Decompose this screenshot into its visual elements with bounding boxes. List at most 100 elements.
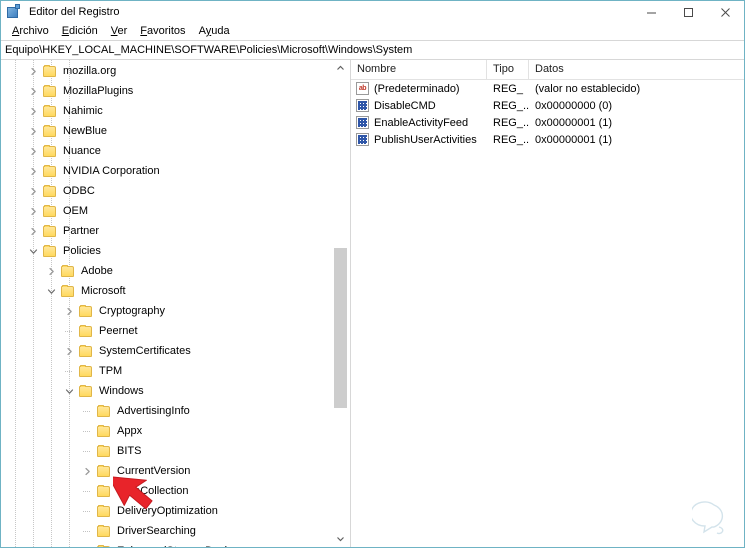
folder-icon [77, 341, 93, 361]
chevron-right-icon[interactable] [25, 61, 41, 81]
folder-icon [41, 121, 57, 141]
chevron-right-icon[interactable] [25, 81, 41, 101]
tree-rows: mozilla.org MozillaPlugins Nahimic NewBlue N… [1, 60, 332, 547]
tree-node-nuance[interactable]: Nuance [1, 141, 332, 161]
address-bar[interactable]: Equipo\HKEY_LOCAL_MACHINE\SOFTWARE\Polic… [1, 40, 744, 60]
scroll-down-button[interactable] [332, 530, 349, 547]
folder-icon [95, 481, 111, 501]
values-column-header: Nombre Tipo Datos [351, 60, 744, 80]
value-row[interactable]: PublishUserActivities REG_... 0x00000001 (… [351, 131, 744, 148]
tree-node-nahimic[interactable]: Nahimic [1, 101, 332, 121]
no-expander [79, 441, 95, 461]
tree-node-enhancedstoragedevices[interactable]: EnhancedStorageDevices [1, 541, 332, 547]
minimize-button[interactable] [633, 1, 670, 23]
value-row[interactable]: EnableActivityFeed REG_... 0x00000001 (1) [351, 114, 744, 131]
scrollbar-thumb[interactable] [334, 248, 347, 408]
tree-node-oem[interactable]: OEM [1, 201, 332, 221]
value-type: REG_ [493, 82, 523, 95]
folder-icon [95, 501, 111, 521]
tree-node-bits[interactable]: BITS [1, 441, 332, 461]
tree-node-label: Nuance [63, 145, 101, 157]
chevron-right-icon[interactable] [61, 341, 77, 361]
close-button[interactable] [707, 1, 744, 23]
menu-favoritos[interactable]: Favoritos [134, 24, 192, 39]
chevron-right-icon[interactable] [25, 101, 41, 121]
tree-node-advertisinginfo[interactable]: AdvertisingInfo [1, 401, 332, 421]
folder-icon [41, 161, 57, 181]
tree-node-label: OEM [63, 205, 89, 217]
value-data: 0x00000001 (1) [535, 116, 613, 129]
tree-node-mozilla-org[interactable]: mozilla.org [1, 61, 332, 81]
chevron-down-icon[interactable] [61, 381, 77, 401]
tree-node-appx[interactable]: Appx [1, 421, 332, 441]
tree-node-odbc[interactable]: ODBC [1, 181, 332, 201]
value-name: (Predeterminado) [374, 82, 460, 95]
value-name: EnableActivityFeed [374, 116, 469, 129]
title-bar: Editor del Registro [1, 1, 744, 23]
chevron-right-icon[interactable] [25, 141, 41, 161]
folder-icon [95, 541, 111, 547]
value-row[interactable]: ab (Predeterminado) REG_ (valor no establec… [351, 80, 744, 97]
maximize-button[interactable] [670, 1, 707, 23]
tree-node-label: CurrentVersion [117, 465, 191, 477]
menu-edicion[interactable]: Edición [56, 24, 105, 39]
column-header-tipo[interactable]: Tipo [487, 60, 529, 79]
chevron-right-icon[interactable] [61, 301, 77, 321]
tree-node-microsoft[interactable]: Microsoft [1, 281, 332, 301]
tree-node-driversearching[interactable]: DriverSearching [1, 521, 332, 541]
chevron-right-icon[interactable] [25, 201, 41, 221]
tree-node-windows[interactable]: Windows [1, 381, 332, 401]
value-data: 0x00000001 (1) [535, 133, 613, 146]
tree-node-label: NewBlue [63, 125, 108, 137]
tree-node-label: Cryptography [99, 305, 166, 317]
tree-node-label: DriverSearching [117, 525, 196, 537]
chevron-right-icon[interactable] [25, 221, 41, 241]
tree-node-tpm[interactable]: TPM [1, 361, 332, 381]
value-row[interactable]: DisableCMD REG_... 0x00000000 (0) [351, 97, 744, 114]
tree-node-peernet[interactable]: Peernet [1, 321, 332, 341]
chevron-right-icon[interactable] [25, 121, 41, 141]
tree-scrollbar[interactable] [331, 60, 349, 547]
folder-icon [95, 521, 111, 541]
no-expander [79, 401, 95, 421]
tree-node-currentversion[interactable]: CurrentVersion [1, 461, 332, 481]
tree-node-label: DeliveryOptimization [117, 505, 218, 517]
chevron-down-icon[interactable] [43, 281, 59, 301]
chevron-down-icon[interactable] [25, 241, 41, 261]
tree-node-cryptography[interactable]: Cryptography [1, 301, 332, 321]
dword-value-icon [356, 133, 369, 146]
column-header-nombre[interactable]: Nombre [351, 60, 487, 79]
folder-icon [41, 61, 57, 81]
tree-node-systemcertificates[interactable]: SystemCertificates [1, 341, 332, 361]
menu-ver[interactable]: Ver [105, 24, 135, 39]
value-type: REG_... [493, 99, 529, 112]
value-name-cell: EnableActivityFeed [351, 116, 487, 129]
tree-node-adobe[interactable]: Adobe [1, 261, 332, 281]
tree-node-newblue[interactable]: NewBlue [1, 121, 332, 141]
value-name-cell: ab (Predeterminado) [351, 82, 487, 95]
no-expander [79, 421, 95, 441]
tree-node-deliveryoptimization[interactable]: DeliveryOptimization [1, 501, 332, 521]
tree-node-nvidia-corporation[interactable]: NVIDIA Corporation [1, 161, 332, 181]
chevron-right-icon[interactable] [79, 461, 95, 481]
registry-editor-icon [7, 4, 23, 20]
registry-tree-pane: mozilla.org MozillaPlugins Nahimic NewBlue N… [1, 60, 350, 547]
tree-node-policies[interactable]: Policies [1, 241, 332, 261]
tree-node-mozillaplugins[interactable]: MozillaPlugins [1, 81, 332, 101]
tree-node-datacollection[interactable]: DataCollection [1, 481, 332, 501]
registry-editor-window: Editor del Registro Archivo Edición Ver … [0, 0, 745, 548]
scroll-up-button[interactable] [332, 60, 349, 77]
column-header-datos[interactable]: Datos [529, 60, 744, 79]
chevron-right-icon[interactable] [43, 261, 59, 281]
tree-node-partner[interactable]: Partner [1, 221, 332, 241]
values-rows: ab (Predeterminado) REG_ (valor no establec… [351, 80, 744, 148]
tree-node-label: Partner [63, 225, 100, 237]
chevron-right-icon[interactable] [25, 161, 41, 181]
no-expander [61, 361, 77, 381]
menu-ayuda[interactable]: Ayuda [193, 24, 237, 39]
folder-icon [41, 101, 57, 121]
menu-archivo[interactable]: Archivo [6, 24, 56, 39]
chevron-right-icon[interactable] [25, 181, 41, 201]
tree-node-label: Appx [117, 425, 143, 437]
folder-icon [59, 261, 75, 281]
